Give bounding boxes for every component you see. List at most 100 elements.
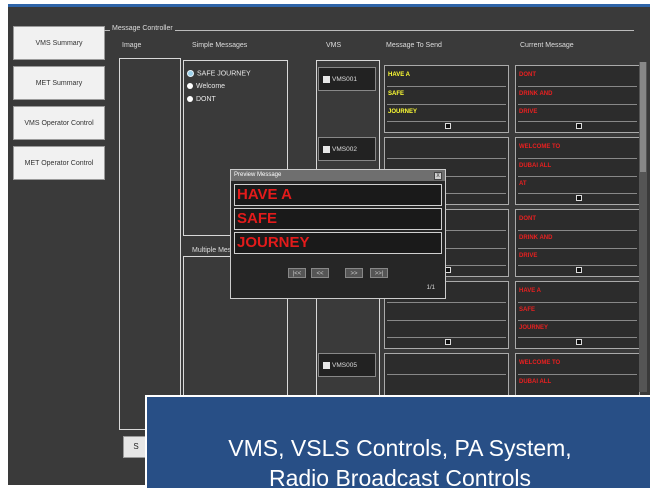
radio-selected-icon[interactable]: [187, 70, 194, 77]
sidebar: VMS Summary MET Summary VMS Operator Con…: [8, 7, 110, 485]
divider: [518, 337, 637, 338]
current-line: SAFE: [519, 307, 536, 313]
first-page-button[interactable]: |<<: [288, 268, 306, 278]
current-message-box: WELCOME TO DUBAI ALL: [515, 353, 640, 398]
current-line: DONT: [519, 216, 536, 222]
checkbox-icon[interactable]: [323, 361, 330, 369]
current-line: AT: [519, 181, 527, 187]
current-line: JOURNEY: [519, 325, 549, 331]
vms-label: VMS002: [332, 145, 357, 153]
nav-label: MET Operator Control: [24, 159, 94, 167]
divider: [518, 104, 637, 105]
current-line: DRINK AND: [519, 235, 553, 241]
last-page-button[interactable]: >>|: [370, 268, 388, 278]
simple-message-item[interactable]: Welcome: [187, 83, 225, 90]
message-to-send-header: Message To Send: [386, 42, 442, 49]
divider: [518, 158, 637, 159]
send-line: HAVE A: [388, 72, 411, 78]
message-controller-legend: Message Controller: [110, 25, 175, 32]
current-line: DRIVE: [519, 253, 538, 259]
divider: [387, 320, 506, 321]
simple-message-item[interactable]: SAFE JOURNEY: [187, 70, 251, 77]
slider-knob-icon[interactable]: [576, 123, 582, 129]
divider: [387, 302, 506, 303]
nav-met-summary-button[interactable]: MET Summary: [13, 66, 105, 100]
slider-knob-icon[interactable]: [576, 267, 582, 273]
current-message-box: DONT DRINK AND DRIVE: [515, 65, 640, 133]
nav-label: VMS Operator Control: [24, 119, 94, 127]
caption-overlay: VMS, VSLS Controls, PA System, Radio Bro…: [145, 395, 650, 491]
slider-knob-icon[interactable]: [445, 339, 451, 345]
divider: [518, 230, 637, 231]
current-message-box: HAVE A SAFE JOURNEY: [515, 281, 640, 349]
current-line: WELCOME TO: [519, 360, 561, 366]
checkbox-icon[interactable]: [323, 75, 330, 83]
simple-messages-header: Simple Messages: [192, 42, 248, 49]
current-message-box: WELCOME TO DUBAI ALL AT: [515, 137, 640, 205]
vms-label: VMS001: [332, 75, 357, 83]
vms-checkbox[interactable]: VMS001: [318, 67, 376, 91]
divider: [518, 121, 637, 122]
nav-vms-operator-control-button[interactable]: VMS Operator Control: [13, 106, 105, 140]
divider: [387, 374, 506, 375]
send-message-box[interactable]: HAVE A SAFE JOURNEY: [384, 65, 509, 133]
divider: [387, 158, 506, 159]
slider-knob-icon[interactable]: [576, 339, 582, 345]
send-line: JOURNEY: [388, 109, 418, 115]
current-line: DRIVE: [519, 109, 538, 115]
preview-line: HAVE A: [234, 184, 442, 206]
divider: [518, 248, 637, 249]
vms-header: VMS: [326, 42, 342, 49]
current-message-header: Current Message: [520, 42, 574, 49]
next-page-button[interactable]: >>: [345, 268, 363, 278]
page-count: 1/1: [426, 285, 435, 291]
vertical-scrollbar[interactable]: [639, 62, 647, 392]
divider: [387, 104, 506, 105]
caption-line: VMS, VSLS Controls, PA System,: [228, 435, 572, 461]
divider: [518, 176, 637, 177]
current-line: WELCOME TO: [519, 144, 561, 150]
dialog-title: Preview Message: [231, 170, 445, 181]
current-line: DUBAI ALL: [519, 379, 552, 385]
vms-label: VMS005: [332, 361, 357, 369]
preview-line: SAFE: [234, 208, 442, 230]
slider-knob-icon[interactable]: [576, 195, 582, 201]
divider: [387, 337, 506, 338]
current-line: DRINK AND: [519, 91, 553, 97]
nav-label: MET Summary: [35, 79, 83, 87]
simple-message-item[interactable]: DONT: [187, 96, 216, 103]
checkbox-icon[interactable]: [323, 145, 330, 153]
radio-icon[interactable]: [187, 83, 193, 90]
divider: [518, 86, 637, 87]
group-border: [104, 30, 634, 31]
preview-line: JOURNEY: [234, 232, 442, 254]
slider-knob-icon[interactable]: [445, 123, 451, 129]
current-message-box: DONT DRINK AND DRIVE: [515, 209, 640, 277]
send-message-box[interactable]: [384, 353, 509, 398]
simple-message-label: DONT: [196, 96, 216, 103]
vms-checkbox[interactable]: VMS005: [318, 353, 376, 377]
current-line: DONT: [519, 72, 536, 78]
vms-checkbox[interactable]: VMS002: [318, 137, 376, 161]
current-line: DUBAI ALL: [519, 163, 552, 169]
divider: [518, 302, 637, 303]
prev-page-button[interactable]: <<: [311, 268, 329, 278]
preview-message-dialog: Preview Message X HAVE A SAFE JOURNEY |<…: [230, 169, 446, 299]
simple-message-label: Welcome: [196, 83, 226, 90]
nav-met-operator-control-button[interactable]: MET Operator Control: [13, 146, 105, 180]
send-line: SAFE: [388, 91, 405, 97]
caption-line: Radio Broadcast Controls: [268, 465, 532, 491]
divider: [518, 265, 637, 266]
divider: [387, 86, 506, 87]
image-header: Image: [122, 42, 142, 49]
simple-message-label: SAFE JOURNEY: [197, 70, 251, 78]
nav-label: VMS Summary: [35, 39, 83, 47]
close-icon[interactable]: X: [434, 172, 442, 180]
divider: [518, 193, 637, 194]
image-panel: [119, 58, 181, 430]
current-line: HAVE A: [519, 288, 542, 294]
divider: [518, 320, 637, 321]
nav-vms-summary-button[interactable]: VMS Summary: [13, 26, 105, 60]
radio-icon[interactable]: [187, 96, 193, 103]
scrollbar-thumb[interactable]: [640, 62, 646, 172]
